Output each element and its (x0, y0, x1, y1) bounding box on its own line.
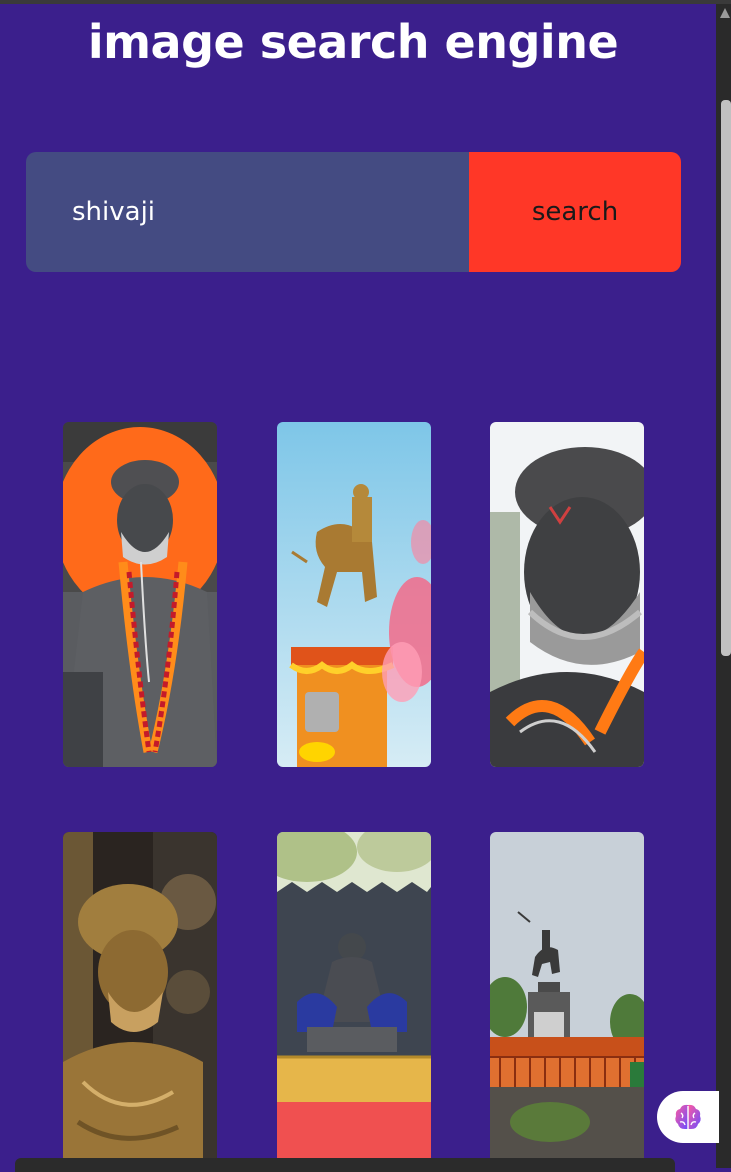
statue-portrait-orange-image (63, 422, 217, 767)
golden-statue-carved-image (63, 832, 217, 1168)
search-input[interactable] (26, 152, 469, 272)
result-image-3[interactable] (490, 422, 644, 767)
page: image search engine search (0, 4, 716, 1168)
seated-statue-fort-image (277, 832, 431, 1168)
result-image-5[interactable] (277, 832, 431, 1168)
scrollbar-thumb[interactable] (721, 100, 731, 656)
bottom-notification-bar (15, 1158, 675, 1172)
search-button[interactable]: search (469, 152, 681, 272)
scroll-up-arrow-icon[interactable] (720, 8, 730, 18)
result-image-2[interactable] (277, 422, 431, 767)
result-image-1[interactable] (63, 422, 217, 767)
page-title: image search engine (87, 15, 619, 69)
search-form: search (26, 152, 681, 272)
equestrian-statue-monument-image (490, 832, 644, 1168)
brain-icon (675, 1104, 701, 1129)
floating-assistant-button[interactable] (657, 1091, 719, 1143)
equestrian-statue-flowers-image (277, 422, 431, 767)
statue-closeup-face-image (490, 422, 644, 767)
result-image-6[interactable] (490, 832, 644, 1168)
result-image-4[interactable] (63, 832, 217, 1168)
